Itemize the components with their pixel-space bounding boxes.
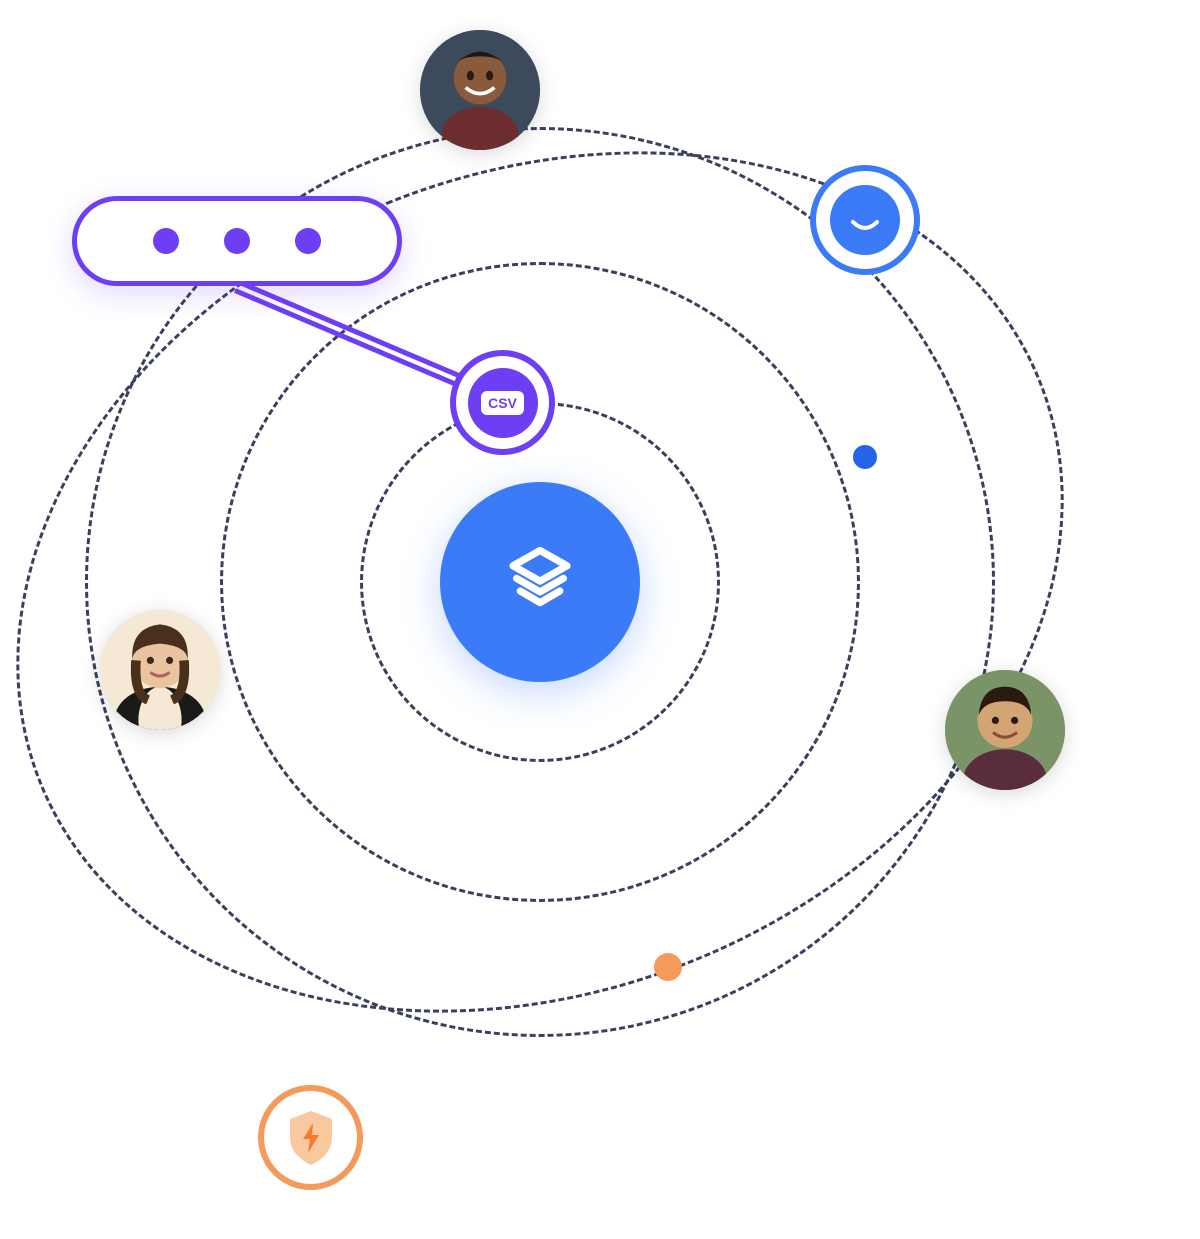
- chat-smile-node: [810, 165, 920, 275]
- blue-dot: [853, 445, 877, 469]
- ellipsis-dot: [224, 228, 250, 254]
- shield-bolt-node: [258, 1085, 363, 1190]
- csv-file-icon: CSV: [468, 368, 538, 438]
- center-logo: [440, 482, 640, 682]
- shield-bolt-icon: [285, 1109, 337, 1167]
- ellipsis-dot: [295, 228, 321, 254]
- csv-file-node: CSV: [450, 350, 555, 455]
- avatar-person-1: [420, 30, 540, 150]
- orange-dot: [654, 953, 682, 981]
- chat-smile-icon: [830, 185, 900, 255]
- ellipsis-dot: [153, 228, 179, 254]
- ellipsis-pill: [72, 196, 402, 286]
- avatar-person-3: [945, 670, 1065, 790]
- csv-label: CSV: [481, 391, 524, 415]
- avatar-person-2: [100, 610, 220, 730]
- layers-logo-icon: [495, 537, 585, 627]
